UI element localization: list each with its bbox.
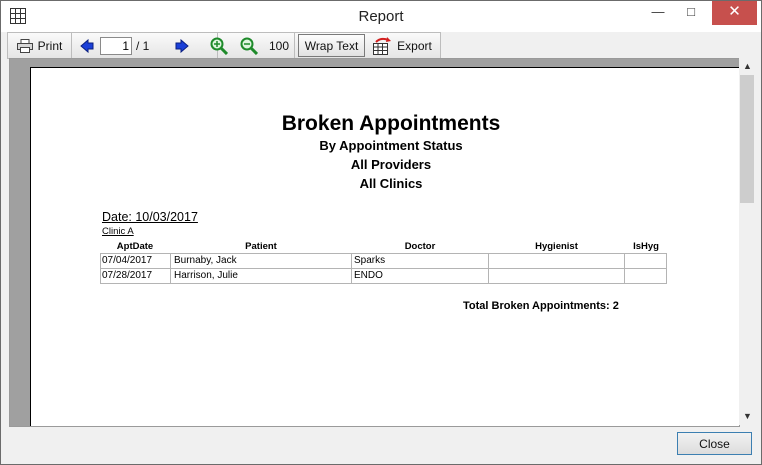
column-header-doctor: Doctor — [404, 241, 436, 252]
total-broken-appointments: Total Broken Appointments: 2 — [463, 300, 619, 312]
export-label: Export — [397, 38, 432, 53]
table-grid-line — [624, 253, 625, 284]
report-subtitle-status: By Appointment Status — [319, 138, 463, 153]
report-page: Broken Appointments By Appointment Statu… — [30, 67, 739, 426]
table-grid-line — [100, 253, 667, 254]
report-toolbar: Print / 1 — [7, 32, 441, 59]
report-preview-area[interactable]: Broken Appointments By Appointment Statu… — [9, 58, 740, 427]
zoom-100-button[interactable]: 100 — [264, 33, 295, 58]
arrow-right-icon[interactable] — [175, 38, 190, 53]
report-title: Broken Appointments — [281, 112, 501, 135]
table-cell-aptdate: 07/28/2017 — [102, 270, 153, 281]
zoom-in-button[interactable] — [204, 33, 234, 58]
close-window-button[interactable]: ✕ — [712, 1, 757, 25]
table-grid-line — [100, 283, 667, 284]
print-button[interactable]: Print — [8, 33, 72, 58]
page-navigation: / 1 — [72, 33, 218, 58]
maximize-button[interactable]: □ — [677, 1, 705, 25]
table-cell-patient: Burnaby, Jack — [174, 255, 237, 266]
close-button[interactable]: Close — [677, 432, 752, 455]
clinic-group-label: Clinic A — [102, 226, 134, 237]
page-total: / 1 — [136, 38, 150, 53]
scroll-up-arrow-icon[interactable]: ▲ — [739, 58, 756, 75]
table-cell-patient: Harrison, Julie — [174, 270, 238, 281]
arrow-left-icon[interactable] — [80, 38, 94, 53]
column-header-aptdate: AptDate — [116, 241, 154, 252]
vertical-scrollbar[interactable]: ▲ ▼ — [739, 58, 756, 425]
report-subtitle-providers: All Providers — [350, 157, 432, 172]
column-header-hygienist: Hygienist — [535, 241, 578, 252]
printer-icon — [16, 38, 33, 53]
table-grid-line — [100, 268, 667, 269]
report-window: Report — □ ✕ Print / 1 — [0, 0, 762, 465]
zoom-out-icon — [240, 37, 258, 55]
title-bar: Report — □ ✕ — [1, 1, 761, 32]
table-grid-line — [666, 253, 667, 284]
report-subtitle-clinics: All Clinics — [359, 176, 423, 191]
print-label: Print — [37, 38, 63, 53]
table-grid-line — [100, 253, 101, 284]
table-grid-line — [170, 253, 171, 284]
column-header-ishyg: IsHyg — [633, 241, 659, 252]
scroll-down-arrow-icon[interactable]: ▼ — [739, 408, 756, 425]
scrollbar-thumb[interactable] — [740, 75, 754, 203]
export-button[interactable]: Export — [365, 33, 439, 58]
column-header-patient: Patient — [245, 241, 277, 252]
table-cell-doctor: Sparks — [354, 255, 386, 266]
report-date: Date: 10/03/2017 — [102, 210, 198, 224]
table-grid-line — [488, 253, 489, 284]
page-number-input[interactable] — [100, 36, 132, 55]
table-grid-line — [351, 253, 352, 284]
minimize-button[interactable]: — — [644, 1, 672, 25]
table-cell-doctor: ENDO — [354, 270, 383, 281]
wrap-text-button[interactable]: Wrap Text — [298, 34, 365, 57]
zoom-out-button[interactable] — [234, 33, 264, 58]
zoom-in-icon — [210, 37, 228, 55]
table-cell-aptdate: 07/04/2017 — [102, 255, 153, 266]
export-icon — [372, 36, 392, 55]
